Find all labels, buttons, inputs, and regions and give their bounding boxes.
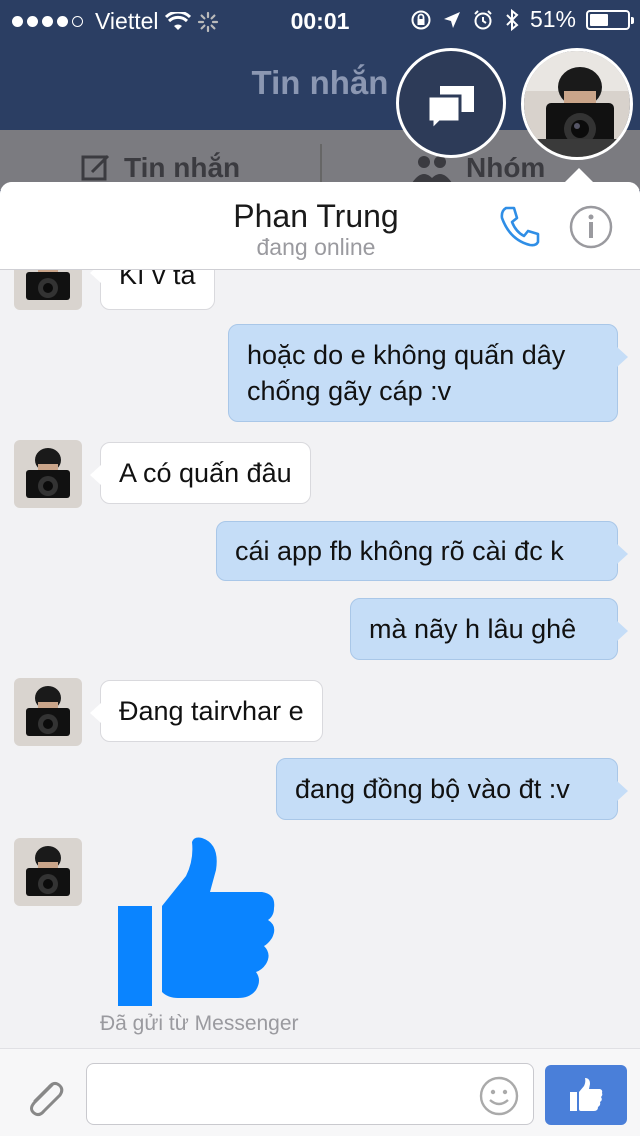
outgoing-message[interactable]: hoặc do e không quấn dây chống gãy cáp :…: [228, 324, 628, 422]
message-text-line-1: hoặc do e không quấn dây: [247, 340, 566, 370]
contact-chat-head[interactable]: [521, 48, 633, 160]
avatar: [14, 838, 82, 906]
sender-avatar[interactable]: [14, 838, 82, 906]
status-bar: Viettel 00:01 51%: [0, 0, 640, 40]
message-text: đang đồng bộ vào đt :v: [295, 774, 570, 804]
chat-heads-icon: [426, 86, 474, 134]
info-icon[interactable]: [568, 204, 614, 250]
message-input[interactable]: [86, 1063, 534, 1125]
outgoing-message[interactable]: mà nãy h lâu ghê: [350, 598, 628, 660]
message-text-line-2: chống gãy cáp :v: [247, 376, 452, 406]
tab-messages[interactable]: Tin nhắn: [80, 152, 240, 184]
location-icon: [443, 11, 460, 28]
message-text: A có quấn đâu: [119, 458, 292, 488]
bluetooth-icon: [506, 8, 519, 31]
paperclip-icon[interactable]: [22, 1075, 68, 1121]
message-text: mà nãy h lâu ghê: [369, 614, 577, 644]
phone-icon[interactable]: [496, 202, 544, 250]
alarm-icon: [474, 9, 492, 29]
battery-icon: [586, 9, 634, 30]
message-composer: [0, 1048, 640, 1136]
message-text: Đang tairvhar e: [119, 696, 304, 726]
outgoing-message[interactable]: cái app fb không rõ cài đc k: [216, 521, 628, 581]
sent-from-caption: Đã gửi từ Messenger: [100, 1012, 299, 1035]
thumbs-up-icon: [570, 1078, 603, 1111]
chat-heads-button[interactable]: [396, 48, 506, 158]
incoming-message[interactable]: Kí v ta: [90, 270, 215, 310]
avatar: [14, 440, 82, 508]
segment-divider: [320, 144, 322, 184]
outgoing-message[interactable]: đang đồng bộ vào đt :v: [276, 758, 628, 820]
avatar: [14, 678, 82, 746]
conversation-header: Phan Trung đang online: [0, 182, 640, 270]
sender-avatar[interactable]: [14, 270, 82, 310]
sender-avatar[interactable]: [14, 678, 82, 746]
compose-icon: [81, 154, 110, 181]
incoming-message[interactable]: Đang tairvhar e: [90, 680, 323, 742]
tab-messages-label: Tin nhắn: [124, 152, 241, 183]
message-text: Kí v ta: [119, 270, 196, 290]
sender-avatar[interactable]: [14, 440, 82, 508]
battery-percent: 51%: [529, 6, 576, 32]
send-like-button[interactable]: [545, 1065, 627, 1125]
conversation-panel: Phan Trung đang online Kí v ta hoặc do e…: [0, 182, 640, 1136]
incoming-message[interactable]: A có quấn đâu: [90, 442, 311, 504]
emoji-icon[interactable]: [478, 1075, 520, 1117]
message-list[interactable]: Kí v ta hoặc do e không quấn dây chống g…: [0, 270, 640, 1048]
avatar: [14, 270, 82, 310]
thumbs-up-icon[interactable]: [116, 836, 278, 1008]
message-text: cái app fb không rõ cài đc k: [235, 536, 564, 566]
rotation-lock-icon: [411, 10, 431, 29]
